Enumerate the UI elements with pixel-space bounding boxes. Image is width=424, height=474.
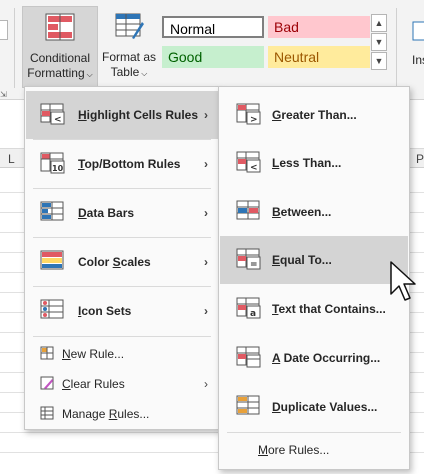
svg-text:10: 10 (52, 164, 64, 173)
menu-item-label: Greater Than... (272, 108, 357, 122)
menu-item-text-that-contains[interactable]: a Text that Contains... (220, 285, 408, 333)
menu-item-label: A Date Occurring... (272, 351, 381, 365)
menu-item-between[interactable]: Between... (220, 188, 408, 236)
svg-text:>: > (250, 115, 258, 125)
highlight-cells-rules-submenu: > Greater Than... < Less Than... Between… (218, 86, 410, 470)
menu-item-label: Text that Contains... (272, 302, 386, 316)
greater-than-icon: > (236, 103, 262, 128)
chevron-right-icon: › (204, 304, 208, 318)
fat-label-line2: Table ⌵ (110, 65, 148, 79)
gallery-expand-icon[interactable]: ▼ (371, 52, 387, 70)
cell-styles-gallery: Normal Bad Good Neutral (160, 12, 372, 70)
svg-text:=: = (250, 260, 258, 270)
menu-item-top-bottom-rules[interactable]: 10 Top/Bottom Rules › (26, 140, 218, 188)
menu-item-more-rules[interactable]: More Rules... (220, 435, 408, 465)
menu-item-label: Highlight Cells Rules (78, 108, 199, 122)
menu-item-less-than[interactable]: < Less Than... (220, 139, 408, 187)
new-rule-icon (40, 346, 54, 363)
cf-label-line1: Conditional (29, 51, 91, 65)
chevron-down-icon: ⌵ (86, 70, 93, 79)
menu-item-label: Between... (272, 205, 332, 219)
between-icon (236, 200, 262, 225)
insert-label: Ins (412, 53, 424, 67)
chevron-down-icon: ⌵ (141, 69, 148, 78)
menu-item-label: Less Than... (272, 156, 342, 170)
chevron-right-icon: › (204, 255, 208, 269)
menu-item-label: Duplicate Values... (272, 400, 378, 414)
date-occurring-icon (236, 346, 262, 371)
menu-item-label: Color Scales (78, 255, 151, 269)
equal-to-icon: = (236, 248, 262, 273)
menu-item-label: Clear Rules (62, 377, 125, 391)
chevron-right-icon: › (204, 206, 208, 220)
menu-item-equal-to[interactable]: = Equal To... (220, 236, 408, 284)
column-header-l[interactable]: L (8, 152, 15, 166)
menu-item-a-date-occurring[interactable]: A Date Occurring... (220, 334, 408, 382)
menu-item-label: More Rules... (258, 443, 330, 457)
highlight-cells-icon: < (40, 103, 66, 128)
menu-item-data-bars[interactable]: Data Bars › (26, 189, 218, 237)
data-bars-icon (40, 201, 66, 226)
style-bad[interactable]: Bad (268, 16, 370, 38)
menu-item-highlight-cells-rules[interactable]: < Highlight Cells Rules › (26, 91, 218, 139)
less-than-icon: < (236, 151, 262, 176)
gallery-scroll-up-icon[interactable]: ▲ (371, 14, 387, 32)
manage-rules-icon (40, 406, 54, 423)
style-normal[interactable]: Normal (162, 16, 264, 38)
ribbon-left-control[interactable] (0, 20, 8, 40)
format-as-table-button[interactable]: Format as Table ⌵ (100, 6, 158, 86)
menu-item-label: New Rule... (62, 347, 125, 361)
chevron-right-icon: › (204, 108, 208, 122)
chevron-right-icon: › (204, 157, 208, 171)
menu-item-new-rule[interactable]: New Rule... (26, 339, 218, 369)
insert-button-partial[interactable]: Ins (402, 20, 424, 80)
duplicate-values-icon (236, 395, 262, 420)
menu-item-label: Icon Sets (78, 304, 132, 318)
menu-item-label: Equal To... (272, 253, 332, 267)
ribbon: Conditional Formatting ⌵ Format as Table ⌵… (0, 0, 424, 100)
gallery-scroll-down-icon[interactable]: ▼ (371, 33, 387, 51)
menu-item-label: Data Bars (78, 206, 135, 220)
menu-item-clear-rules[interactable]: Clear Rules › (26, 369, 218, 399)
svg-text:a: a (250, 309, 256, 319)
fat-label-line1: Format as (101, 50, 156, 64)
style-neutral[interactable]: Neutral (268, 46, 370, 68)
color-scales-icon (40, 250, 66, 275)
dialog-launcher-icon[interactable]: ⇲ (0, 90, 10, 100)
chevron-right-icon: › (204, 377, 208, 391)
menu-item-label: Top/Bottom Rules (78, 157, 181, 171)
divider (33, 336, 211, 337)
icon-sets-icon (40, 299, 66, 324)
top-bottom-icon: 10 (40, 152, 66, 177)
text-contains-icon: a (236, 297, 262, 322)
conditional-formatting-menu: < Highlight Cells Rules › 10 Top/Bottom … (24, 86, 220, 430)
divider (227, 432, 401, 433)
column-header-p[interactable]: P (416, 152, 424, 166)
style-good[interactable]: Good (162, 46, 264, 68)
menu-item-manage-rules[interactable]: Manage Rules... (26, 399, 218, 429)
divider (14, 8, 15, 88)
mouse-cursor-icon (390, 261, 416, 301)
clear-rules-icon (40, 376, 54, 393)
menu-item-icon-sets[interactable]: Icon Sets › (26, 287, 218, 335)
cf-label-line2: Formatting ⌵ (27, 66, 93, 80)
divider (396, 8, 397, 88)
menu-item-label: Manage Rules... (62, 407, 150, 421)
svg-text:<: < (54, 115, 62, 125)
format-as-table-icon (114, 12, 144, 44)
menu-item-greater-than[interactable]: > Greater Than... (220, 91, 408, 139)
conditional-formatting-button[interactable]: Conditional Formatting ⌵ (22, 6, 98, 88)
menu-item-color-scales[interactable]: Color Scales › (26, 238, 218, 286)
menu-item-duplicate-values[interactable]: Duplicate Values... (220, 383, 408, 431)
conditional-formatting-icon (45, 13, 75, 45)
insert-icon (412, 21, 424, 41)
svg-text:<: < (250, 163, 258, 173)
